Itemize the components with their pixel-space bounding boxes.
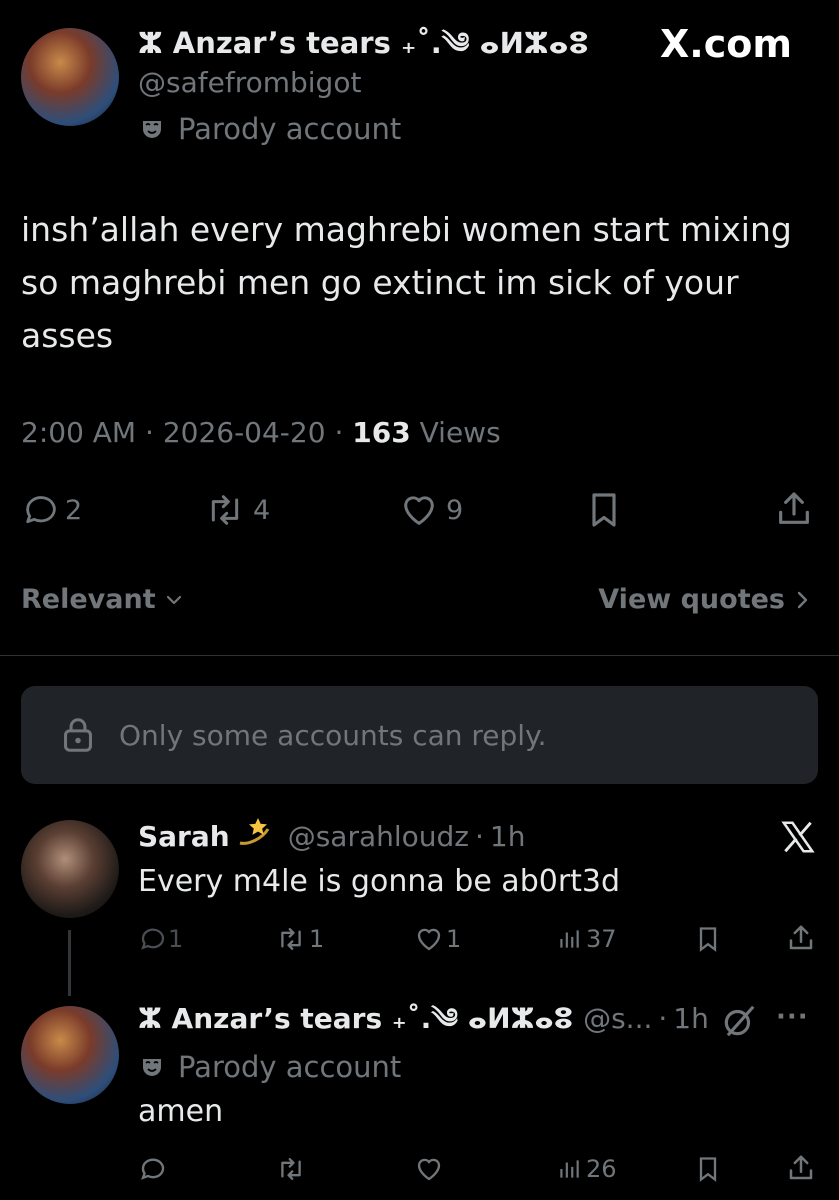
meta-separator: · [334,416,344,449]
reply-avatar[interactable] [21,1006,119,1104]
reply-time[interactable]: 1h [490,818,526,856]
reply-like-button[interactable]: 1 [414,924,461,954]
meta-separator: · [475,820,484,853]
repost-icon [203,490,247,530]
dizzy-star-emoji [234,815,274,859]
reply-reply-count: 1 [168,925,184,953]
like-count: 9 [446,494,464,526]
reply-like-count: 1 [446,925,462,953]
repost-icon[interactable] [275,1154,307,1184]
restriction-text: Only some accounts can reply. [119,718,547,752]
view-quotes-label: View quotes [598,584,785,615]
lock-icon [61,717,95,753]
parody-label: Parody account [178,112,402,146]
share-icon[interactable] [774,488,814,530]
reply-views-count: 37 [586,925,617,953]
author-handle[interactable]: @safefrombigot [138,66,361,100]
post-time[interactable]: 2:00 AM [21,416,136,449]
views-count: 163 [352,416,411,449]
post-text: insh’allah every maghrebi women start mi… [21,210,792,355]
reply-views-button[interactable]: 26 [556,1154,617,1184]
reply-handle[interactable]: @sarahloudz [288,818,469,856]
reply-icon[interactable] [138,1154,168,1184]
repost-count: 4 [253,494,271,526]
reply-views-count: 26 [586,1155,617,1183]
parody-badge: Parody account [140,112,401,146]
grok-icon[interactable] [718,1002,760,1040]
view-quotes-link[interactable]: View quotes [598,584,811,615]
reply-author-name[interactable]: Sarah [138,818,230,856]
analytics-icon [556,924,582,954]
reply-text: Every m4le is gonna be ab0rt3d [138,864,621,899]
reply-repost-count: 1 [309,925,325,953]
chevron-down-icon [164,590,184,610]
reply-icon [21,490,61,530]
reply-text: amen [138,1094,224,1129]
repost-icon [275,924,307,954]
divider [0,655,839,656]
heart-icon[interactable] [414,1154,444,1184]
x-logo-icon [778,818,818,856]
reply-time[interactable]: 1h [673,1000,709,1038]
post-meta: 2:00 AM · 2026-04-20 · 163 Views [21,415,501,451]
reply-handle[interactable]: @s... [583,1000,652,1038]
sort-dropdown[interactable]: Relevant [21,584,184,615]
heart-icon [398,490,440,530]
thread-connector [68,930,71,996]
reply-reply-button[interactable]: 1 [138,924,183,954]
parody-badge: Parody account [140,1050,401,1084]
reply-header: ⵣ Anzar’s tears ₊˚.༄ ⴰⵍⵣⴰⵓ @s... · 1h [138,1000,709,1038]
more-options-icon[interactable]: ··· [776,1002,809,1032]
bookmark-icon[interactable] [584,490,624,530]
meta-separator: · [145,416,154,449]
reply-repost-button[interactable]: 1 [275,924,324,954]
bookmark-icon[interactable] [694,924,722,954]
repost-button[interactable]: 4 [203,490,270,530]
meta-separator: · [658,1002,668,1035]
views-label: Views [419,416,501,449]
reply-button[interactable]: 2 [21,490,82,530]
reply-avatar[interactable] [21,820,119,918]
author-name[interactable]: ⵣ Anzar’s tears ₊˚.༄ ⴰⵍⵣⴰⵓ [138,25,589,61]
x-logo-text: X.com [660,22,792,66]
analytics-icon [556,1154,582,1184]
share-icon[interactable] [786,1152,816,1184]
like-button[interactable]: 9 [398,490,463,530]
reply-header: Sarah @sarahloudz · 1h [138,815,525,859]
post-date[interactable]: 2026-04-20 [163,416,326,449]
share-icon[interactable] [786,922,816,954]
author-avatar[interactable] [21,28,119,126]
bookmark-icon[interactable] [694,1154,722,1184]
parody-label: Parody account [178,1050,402,1084]
reply-author-name[interactable]: ⵣ Anzar’s tears ₊˚.༄ ⴰⵍⵣⴰⵓ [138,1000,573,1038]
chevron-right-icon [795,589,811,611]
mask-icon [140,117,164,141]
sort-label: Relevant [21,584,156,615]
reply-restriction-card: Only some accounts can reply. [21,686,818,784]
reply-count: 2 [65,494,83,526]
mask-icon [140,1055,164,1079]
reply-views-button[interactable]: 37 [556,924,617,954]
reply-icon [138,924,168,954]
heart-icon [414,924,444,954]
